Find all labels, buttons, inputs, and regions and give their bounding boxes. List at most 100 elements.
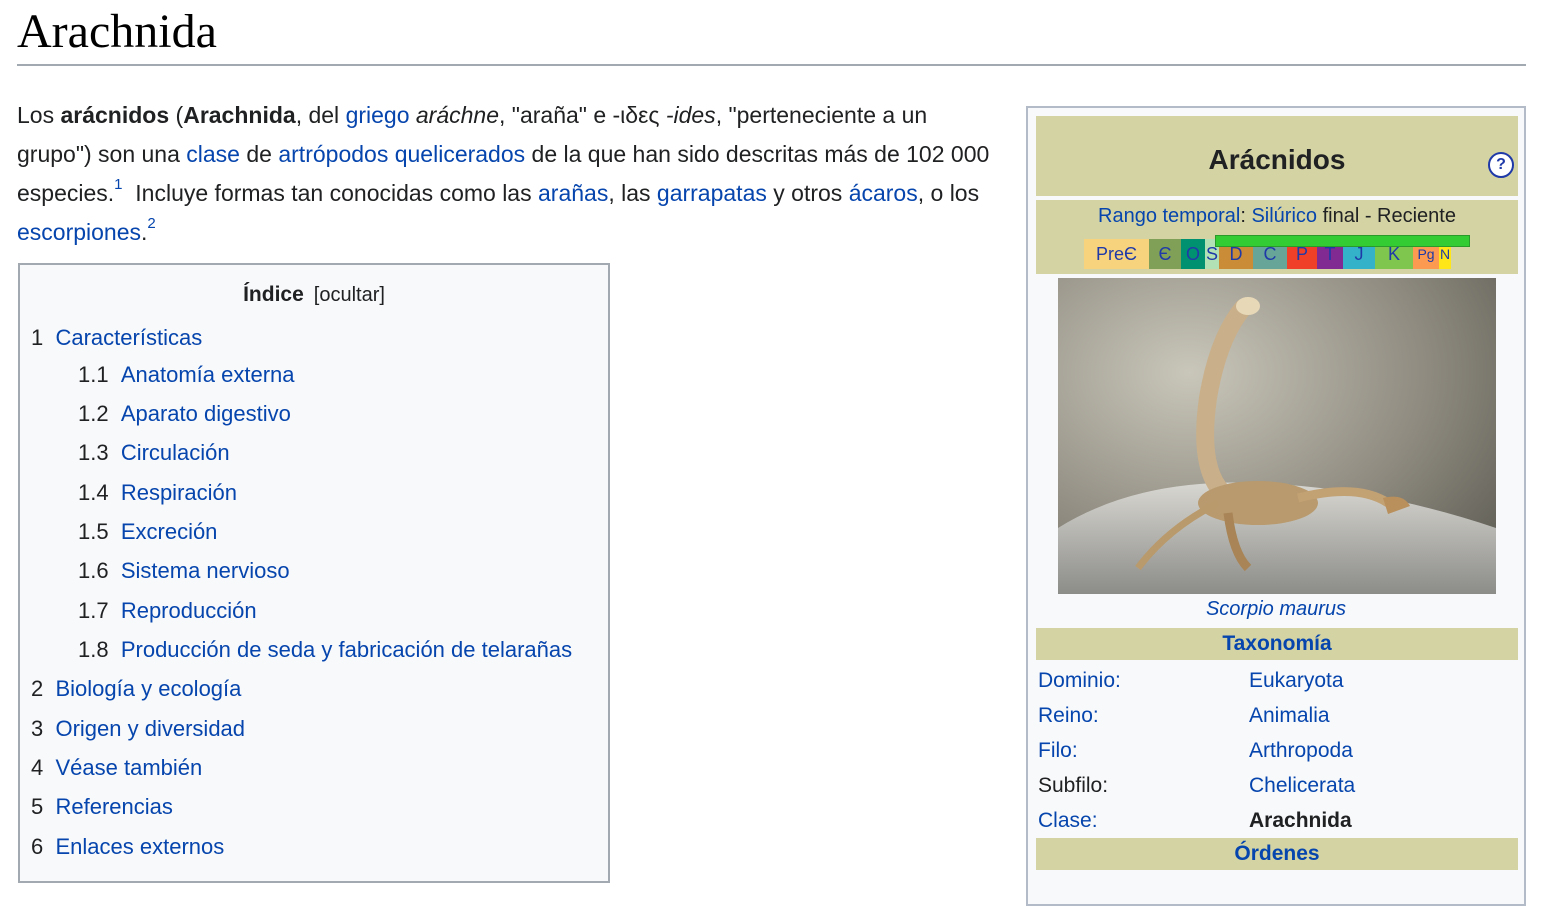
toc-item[interactable]: 4 Véase también: [31, 755, 202, 781]
scorpion-photo[interactable]: [1058, 278, 1496, 594]
intro-bold-aracnidos: arácnidos: [60, 102, 170, 128]
geologic-period-1[interactable]: PreЄ: [1084, 239, 1149, 269]
taxonomy-rank[interactable]: Reino:: [1038, 698, 1099, 733]
page-title: Arachnida: [17, 5, 217, 58]
toc-item[interactable]: 1.1 Anatomía externa: [78, 362, 295, 388]
toc-item-label: Respiración: [120, 480, 237, 505]
toc-item-number: 3: [31, 716, 44, 741]
taxonomy-value[interactable]: Arthropoda: [1249, 733, 1353, 768]
intro-bold-arachnida: Arachnida: [183, 102, 296, 128]
taxonomy-row: Subfilo: Chelicerata: [1036, 768, 1518, 803]
intro-text: Los: [17, 102, 61, 128]
intro-italic-ides: -ides: [665, 102, 716, 128]
toc-item-label: Reproducción: [120, 598, 257, 623]
toc-item-number: 1.6: [78, 558, 109, 583]
toc-item-number: 1.7: [78, 598, 109, 623]
taxonomy-rank[interactable]: Filo:: [1038, 733, 1078, 768]
toc-item-number: 1.4: [78, 480, 109, 505]
taxobox-title: Arácnidos: [1208, 144, 1346, 175]
toc-item-label: Biología y ecología: [55, 676, 242, 701]
toc-item-label: Origen y diversidad: [55, 716, 246, 741]
link-escorpiones[interactable]: escorpiones: [17, 219, 141, 245]
link-artropodos[interactable]: artrópodos: [278, 141, 388, 167]
toc-item[interactable]: 5 Referencias: [31, 794, 173, 820]
link-quelicerados[interactable]: quelicerados: [395, 141, 525, 167]
toc-list: 1 Características 1.1 Anatomía externa 1.2…: [20, 265, 608, 881]
taxonomy-rank[interactable]: Dominio:: [1038, 663, 1121, 698]
help-icon[interactable]: ?: [1488, 152, 1514, 178]
intro-text: (: [169, 102, 184, 128]
temporal-range: Rango temporal: Silúrico final - Recient…: [1036, 200, 1518, 274]
toc-item-label: Aparato digestivo: [120, 401, 291, 426]
toc-item[interactable]: 3 Origen y diversidad: [31, 716, 245, 742]
taxonomy-header[interactable]: Taxonomía: [1036, 628, 1518, 660]
toc-item[interactable]: 1.8 Producción de seda y fabricación de …: [78, 637, 572, 663]
intro-text: , del: [295, 102, 346, 128]
intro-paragraph: Los arácnidos (Arachnida, del griego ará…: [17, 96, 1007, 252]
intro-italic-arachne: aráchne: [415, 102, 500, 128]
toc-item-label: Referencias: [55, 794, 173, 819]
table-of-contents: Índice [ocultar] 1 Características 1.1 Ana…: [18, 263, 610, 883]
toc-item-number: 1.3: [78, 440, 109, 465]
toc-item-number: 6: [31, 834, 44, 859]
scorpion-illustration: [1058, 278, 1496, 594]
intro-text: , o los: [917, 180, 980, 206]
link-garrapatas[interactable]: garrapatas: [657, 180, 767, 206]
toc-item-number: 1.8: [78, 637, 109, 662]
toc-item-number: 4: [31, 755, 44, 780]
taxonomy-row: Filo: Arthropoda: [1036, 733, 1518, 768]
toc-item[interactable]: 1.5 Excreción: [78, 519, 217, 545]
toc-item[interactable]: 1 Características: [31, 325, 202, 351]
link-rango-temporal[interactable]: Rango temporal: [1098, 205, 1240, 227]
reference-1[interactable]: 1: [114, 176, 122, 193]
toc-item-number: 1.5: [78, 519, 109, 544]
toc-item[interactable]: 1.6 Sistema nervioso: [78, 558, 290, 584]
toc-item-number: 1.2: [78, 401, 109, 426]
taxonomy-row: Reino: Animalia: [1036, 698, 1518, 733]
taxonomy-value[interactable]: Chelicerata: [1249, 768, 1355, 803]
temporal-range-text: Rango temporal: Silúrico final - Recient…: [1036, 205, 1518, 228]
temporal-range-indicator: [1215, 235, 1470, 247]
taxobox: Arácnidos ? Rango temporal: Silúrico fin…: [1026, 106, 1526, 906]
geologic-timescale-bar: PreЄ Є O S D C P T J K Pg N: [1084, 235, 1470, 269]
toc-item[interactable]: 1.7 Reproducción: [78, 598, 257, 624]
toc-item[interactable]: 2 Biología y ecología: [31, 676, 241, 702]
taxonomy-rank[interactable]: Clase:: [1038, 803, 1098, 838]
toc-item-number: 1.1: [78, 362, 109, 387]
taxonomy-value[interactable]: Eukaryota: [1249, 663, 1344, 698]
toc-item-label: Sistema nervioso: [120, 558, 290, 583]
toc-item-label: Características: [55, 325, 203, 350]
toc-item-label: Anatomía externa: [120, 362, 295, 387]
intro-text: , las: [608, 180, 657, 206]
taxonomy-row: Clase: Arachnida: [1036, 803, 1518, 838]
taxonomy-row: Dominio: Eukaryota: [1036, 663, 1518, 698]
intro-text: , "araña" e -ιδες: [499, 102, 666, 128]
toc-item[interactable]: 1.3 Circulación: [78, 440, 230, 466]
taxonomy-rank: Subfilo:: [1038, 774, 1109, 797]
toc-item-label: Véase también: [55, 755, 203, 780]
link-aranas[interactable]: arañas: [538, 180, 608, 206]
taxonomy-value[interactable]: Animalia: [1249, 698, 1330, 733]
photo-caption[interactable]: Scorpio maurus: [1028, 598, 1524, 621]
title-divider: [17, 64, 1526, 66]
toc-item-label: Enlaces externos: [55, 834, 225, 859]
toc-item-label: Circulación: [120, 440, 230, 465]
toc-item-number: 1: [31, 325, 44, 350]
orders-header[interactable]: Órdenes: [1036, 838, 1518, 870]
link-clase[interactable]: clase: [186, 141, 240, 167]
geologic-period-3[interactable]: O: [1181, 239, 1205, 269]
toc-item[interactable]: 6 Enlaces externos: [31, 834, 224, 860]
range-separator: :: [1240, 205, 1252, 227]
link-acaros[interactable]: ácaros: [849, 180, 918, 206]
geologic-period-2[interactable]: Є: [1149, 239, 1181, 269]
link-silurico[interactable]: Silúrico: [1251, 205, 1317, 227]
link-griego[interactable]: griego: [346, 102, 410, 128]
toc-item[interactable]: 1.2 Aparato digestivo: [78, 401, 291, 427]
intro-text: Incluye formas tan conocidas como las: [122, 180, 538, 206]
reference-2[interactable]: 2: [147, 215, 155, 232]
intro-text: y otros: [766, 180, 849, 206]
range-rest-text: final - Reciente: [1317, 205, 1456, 227]
taxobox-header: Arácnidos ?: [1036, 116, 1518, 196]
toc-item-number: 5: [31, 794, 44, 819]
toc-item[interactable]: 1.4 Respiración: [78, 480, 237, 506]
